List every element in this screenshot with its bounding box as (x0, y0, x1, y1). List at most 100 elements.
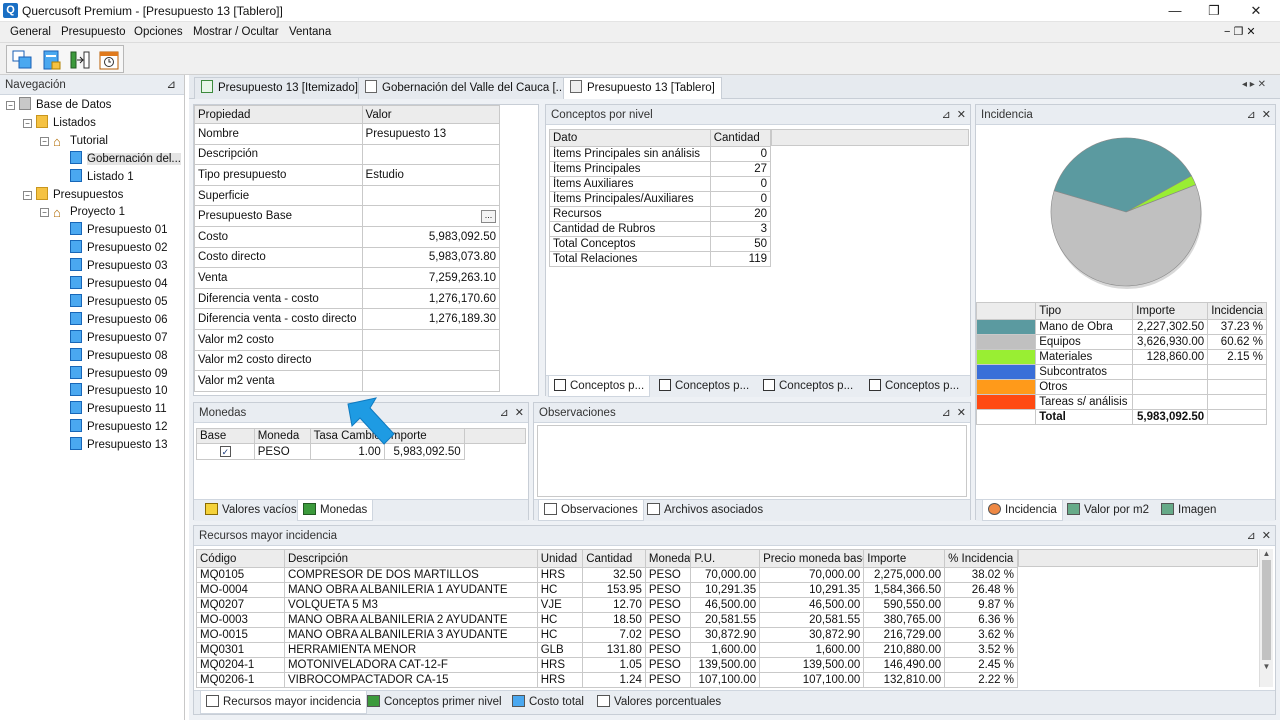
tab-recursos-4[interactable]: Valores porcentuales (592, 691, 726, 714)
table-row[interactable]: MQ0204-1 MOTONIVELADORA CAT-12-F HRS 1.05 PE… (196, 657, 1018, 673)
mdi-window-controls[interactable]: − ❐ ✕ (1224, 25, 1256, 38)
tree-item[interactable]: − Base de Datos (6, 97, 111, 114)
table-row[interactable]: MQ0206-1 VIBROCOMPACTADOR CA-15 HRS 1.24 PES… (196, 672, 1018, 688)
conceptos-row[interactable]: Ítems Auxiliares 0 (549, 176, 772, 192)
restore-button[interactable]: ❐ (1194, 0, 1234, 22)
vertical-scrollbar[interactable]: ▲ ▼ (1259, 549, 1273, 687)
col-c-digo[interactable]: Código (196, 549, 285, 568)
col-precio-moneda-base[interactable]: Precio moneda base (759, 549, 865, 568)
property-value[interactable] (361, 349, 501, 372)
menu-presupuesto[interactable]: Presupuesto (61, 26, 126, 38)
schedule-icon[interactable] (98, 49, 120, 71)
tree-item[interactable]: − Presupuestos (23, 186, 123, 204)
scroll-thumb[interactable] (1262, 560, 1271, 660)
property-row[interactable]: Diferencia venta - costo 1,276,170.60 (194, 287, 501, 310)
col-unidad[interactable]: Unidad (536, 549, 584, 568)
incidencia-row[interactable]: Subcontratos (975, 364, 1267, 380)
tree-item[interactable]: Presupuesto 13 (57, 437, 168, 454)
table-row[interactable]: MO-0004 MANO OBRA ALBANILERIA 1 AYUDANTE H… (196, 582, 1018, 598)
tree-item[interactable]: Gobernación del... (57, 150, 181, 168)
ellipsis-button[interactable]: ... (481, 210, 496, 224)
conceptos-row[interactable]: Ítems Principales/Auxiliares 0 (549, 191, 772, 207)
property-row[interactable]: Superficie (194, 184, 501, 207)
tree-item[interactable]: Presupuesto 12 (57, 419, 168, 436)
table-row[interactable]: MQ0207 VOLQUETA 5 M3 VJE 12.70 PESO 46,500.00… (196, 597, 1018, 613)
panel-pin-close[interactable]: ⊿ ✕ (499, 403, 524, 423)
expand-toggle-icon[interactable]: − (6, 101, 15, 110)
tree-item[interactable]: Presupuesto 09 (57, 365, 168, 383)
menu-ventana[interactable]: Ventana (289, 26, 331, 38)
tree-item[interactable]: Presupuesto 07 (57, 329, 168, 347)
tab-incidencia-1[interactable]: Incidencia (982, 500, 1063, 521)
tree-item[interactable]: − ⌂ Tutorial (40, 133, 108, 150)
conceptos-row[interactable]: Total Conceptos 50 (549, 236, 772, 252)
col-descripci-n[interactable]: Descripción (283, 549, 538, 568)
col-p-u-[interactable]: P.U. (690, 549, 761, 568)
tree-item[interactable]: − Listados (23, 114, 96, 132)
tree-item[interactable]: Presupuesto 01 (57, 222, 168, 239)
property-row[interactable]: Presupuesto Base... (194, 205, 501, 227)
table-row[interactable]: MO-0015 MANO OBRA ALBANILERIA 3 AYUDANTE H… (196, 627, 1018, 643)
conceptos-row[interactable]: Ítems Principales sin análisis 0 (549, 146, 772, 162)
table-row[interactable]: MQ0105 COMPRESOR DE DOS MARTILLOS HRS 32.50… (196, 567, 1018, 583)
property-row[interactable]: Venta 7,259,263.10 (194, 267, 501, 289)
property-value[interactable]: 5,983,073.80 (361, 246, 501, 269)
tab-scroll-arrows[interactable]: ◂ ▸ ✕ (1242, 79, 1266, 90)
base-checkbox[interactable]: ✓ (219, 445, 231, 457)
property-row[interactable]: Valor m2 costo (194, 328, 501, 351)
conceptos-row[interactable]: Recursos 20 (549, 206, 772, 222)
tree-item[interactable]: Presupuesto 03 (57, 258, 168, 275)
property-value[interactable]: Estudio (361, 164, 501, 186)
menu-general[interactable]: General (10, 26, 51, 38)
expand-toggle-icon[interactable]: − (23, 190, 32, 200)
col-importe[interactable]: Importe (863, 549, 946, 568)
col-cantidad[interactable]: Cantidad (582, 549, 646, 568)
scroll-up-icon[interactable]: ▲ (1260, 549, 1273, 558)
tab-presupuesto-itemizado[interactable]: Presupuesto 13 [Itemizado] (194, 77, 365, 99)
property-row[interactable]: Costo directo 5,983,073.80 (194, 246, 501, 269)
panel-pin-close[interactable]: ⊿ ✕ (941, 403, 966, 423)
property-row[interactable]: Costo 5,983,092.50 (194, 225, 501, 248)
expand-toggle-icon[interactable]: − (40, 136, 49, 146)
incidencia-row[interactable]: Equipos 3,626,930.00 60.62 % (975, 334, 1267, 350)
conceptos-row[interactable]: Cantidad de Rubros 3 (549, 221, 772, 237)
tab-gobernacion[interactable]: Gobernación del Valle del Cauca [... (358, 77, 573, 99)
property-value[interactable]: Presupuesto 13 (361, 123, 501, 145)
panel-pin-close[interactable]: ⊿ ✕ (1246, 526, 1271, 546)
property-value[interactable]: 7,259,263.10 (361, 267, 501, 289)
incidencia-row[interactable]: Tareas s/ análisis (975, 394, 1267, 410)
property-row[interactable]: Nombre Presupuesto 13 (194, 123, 501, 145)
incidencia-row[interactable]: Mano de Obra 2,227,302.50 37.23 % (975, 319, 1267, 335)
tab-monedas[interactable]: Monedas (297, 500, 374, 521)
menu-opciones[interactable]: Opciones (134, 26, 183, 38)
tab-conceptos-1[interactable]: Conceptos p... (548, 376, 651, 397)
budget-tool-icon[interactable] (40, 49, 62, 71)
col--incidencia[interactable]: % Incidencia (944, 549, 1018, 568)
property-row[interactable]: Descripción (194, 143, 501, 166)
tree-item[interactable]: Presupuesto 10 (57, 383, 168, 400)
tab-recursos-1[interactable]: Recursos mayor incidencia (200, 691, 368, 714)
tab-presupuesto-tablero[interactable]: Presupuesto 13 [Tablero] (563, 77, 722, 99)
table-row[interactable]: MQ0301 HERRAMIENTA MENOR GLB 131.80 PESO 1,60… (196, 642, 1018, 658)
property-value[interactable]: 1,276,170.60 (361, 287, 501, 310)
property-row[interactable]: Valor m2 venta (194, 370, 501, 392)
tree-item[interactable]: Presupuesto 06 (57, 311, 168, 329)
col-moneda[interactable]: Moneda (644, 549, 692, 568)
incidencia-row[interactable]: Otros (975, 379, 1267, 395)
menu-mostrar-ocultar[interactable]: Mostrar / Ocultar (193, 26, 279, 38)
tab-incidencia-3[interactable]: Imagen (1156, 500, 1221, 521)
tab-incidencia-2[interactable]: Valor por m2 (1062, 500, 1154, 521)
incidencia-row[interactable]: Materiales 128,860.00 2.15 % (975, 349, 1267, 365)
table-row[interactable]: MO-0003 MANO OBRA ALBANILERIA 2 AYUDANTE H… (196, 612, 1018, 628)
observaciones-textarea[interactable] (537, 425, 967, 497)
tree-item[interactable]: − ⌂ Proyecto 1 (40, 204, 125, 221)
property-row[interactable]: Valor m2 costo directo (194, 349, 501, 372)
property-value[interactable]: 1,276,189.30 (361, 308, 501, 330)
conceptos-row[interactable]: Total Relaciones 119 (549, 251, 772, 267)
panel-pin-close[interactable]: ⊿ ✕ (1246, 105, 1271, 125)
scroll-down-icon[interactable]: ▼ (1260, 662, 1273, 671)
expand-toggle-icon[interactable]: − (40, 208, 49, 218)
tab-observaciones[interactable]: Observaciones (538, 500, 644, 521)
compare-icon[interactable] (69, 49, 91, 71)
close-button[interactable]: ✕ (1236, 0, 1276, 22)
